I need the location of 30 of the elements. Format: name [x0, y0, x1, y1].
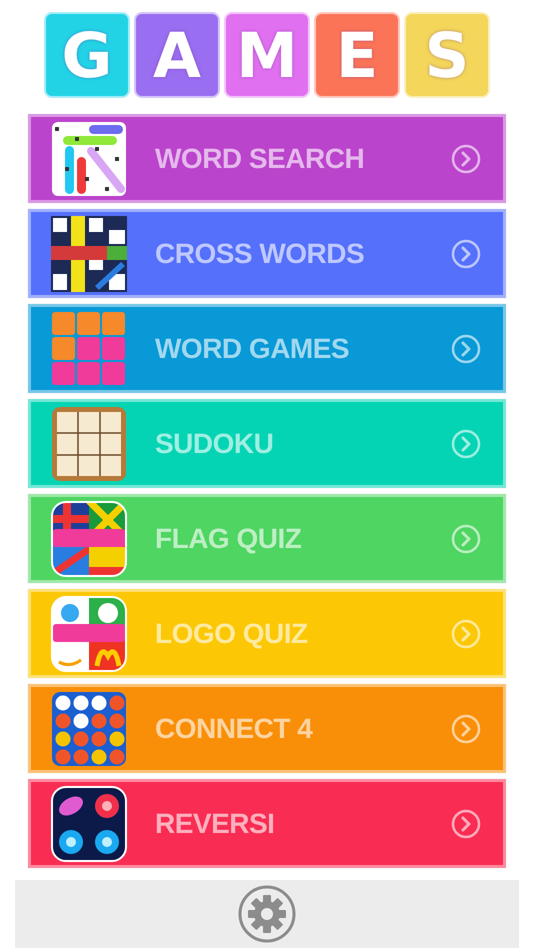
game-row[interactable]: REVERSI [28, 779, 506, 868]
quiz-icon [51, 596, 127, 672]
letter-tile: G [44, 12, 130, 98]
game-row[interactable]: WORD SEARCH [28, 114, 506, 203]
settings-icon[interactable] [238, 885, 296, 943]
sudoku-grid-icon [51, 406, 127, 482]
chevron-circle-icon [451, 714, 481, 744]
chevron-circle-icon [451, 238, 481, 268]
letter-tile: E [314, 12, 400, 98]
connect-board-icon [51, 690, 127, 766]
flags-icon [51, 500, 127, 576]
letter-tile: A [134, 12, 220, 98]
chevron-circle-icon [451, 144, 481, 174]
chevron-circle-icon [451, 334, 481, 364]
letter-tile: M [224, 12, 310, 98]
game-row[interactable]: SUDOKU [28, 399, 506, 488]
chevron-circle-icon [451, 524, 481, 554]
tiles-icon [51, 310, 127, 386]
chevron-circle-icon [451, 428, 481, 458]
game-row[interactable]: CONNECT 4 [28, 684, 506, 773]
letter-grid-icon [51, 120, 127, 196]
chevron-circle-icon [451, 618, 481, 648]
game-row[interactable]: CROSS WORDS [28, 209, 506, 298]
game-row[interactable]: FLAG QUIZ [28, 494, 506, 583]
letter-tile: S [404, 12, 490, 98]
glowing-discs-icon [51, 786, 127, 862]
crossword-grid-icon [51, 216, 127, 292]
game-row[interactable]: WORD GAMES [28, 304, 506, 393]
game-row[interactable]: LOGO QUIZ [28, 589, 506, 678]
chevron-circle-icon [451, 808, 481, 838]
